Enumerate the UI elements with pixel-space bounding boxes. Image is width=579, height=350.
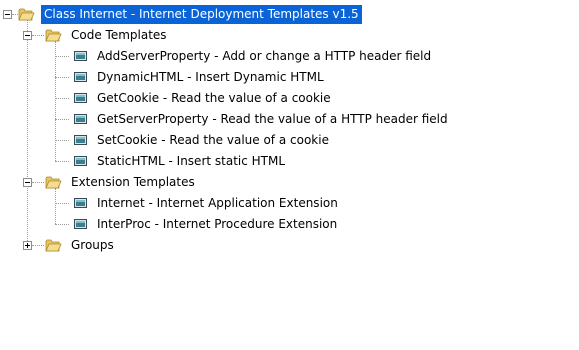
tree-branch <box>55 77 69 78</box>
collapse-toggle-extension-templates[interactable] <box>23 178 32 187</box>
template-icon <box>74 51 87 61</box>
template-tree[interactable]: Class Internet - Internet Deployment Tem… <box>0 0 579 350</box>
tree-item-template[interactable]: InterProc - Internet Procedure Extension <box>94 215 340 234</box>
template-icon <box>74 219 87 229</box>
tree-node-code-templates[interactable]: Code Templates <box>68 26 170 45</box>
tree-node-root[interactable]: Class Internet - Internet Deployment Tem… <box>41 5 362 24</box>
tree-line-code <box>55 41 56 161</box>
tree-branch <box>55 161 69 162</box>
tree-item-template[interactable]: Internet - Internet Application Extensio… <box>94 194 341 213</box>
tree-item-template[interactable]: GetCookie - Read the value of a cookie <box>94 89 334 108</box>
tree-line-level1 <box>27 19 28 245</box>
tree-branch <box>32 245 44 246</box>
tree-branch <box>55 56 69 57</box>
tree-item-template[interactable]: SetCookie - Read the value of a cookie <box>94 131 332 150</box>
folder-open-icon <box>45 29 62 42</box>
tree-node-extension-templates[interactable]: Extension Templates <box>68 173 198 192</box>
tree-branch <box>55 140 69 141</box>
template-icon <box>74 72 87 82</box>
tree-branch <box>55 224 69 225</box>
tree-item-template[interactable]: DynamicHTML - Insert Dynamic HTML <box>94 68 327 87</box>
template-icon <box>74 198 87 208</box>
expand-toggle-groups[interactable] <box>23 241 32 250</box>
folder-open-icon <box>18 8 35 21</box>
template-icon <box>74 135 87 145</box>
folder-open-icon <box>45 239 62 252</box>
tree-line-ext <box>55 188 56 224</box>
template-icon <box>74 93 87 103</box>
template-icon <box>74 156 87 166</box>
collapse-toggle-code-templates[interactable] <box>23 31 32 40</box>
tree-branch <box>32 182 44 183</box>
tree-item-template[interactable]: AddServerProperty - Add or change a HTTP… <box>94 47 434 66</box>
tree-branch <box>55 203 69 204</box>
tree-branch <box>32 35 44 36</box>
tree-item-template[interactable]: GetServerProperty - Read the value of a … <box>94 110 451 129</box>
folder-open-icon <box>45 176 62 189</box>
tree-node-groups[interactable]: Groups <box>68 236 117 255</box>
template-icon <box>74 114 87 124</box>
collapse-toggle-root[interactable] <box>3 10 12 19</box>
tree-item-template[interactable]: StaticHTML - Insert static HTML <box>94 152 288 171</box>
tree-branch <box>55 98 69 99</box>
tree-branch <box>55 119 69 120</box>
